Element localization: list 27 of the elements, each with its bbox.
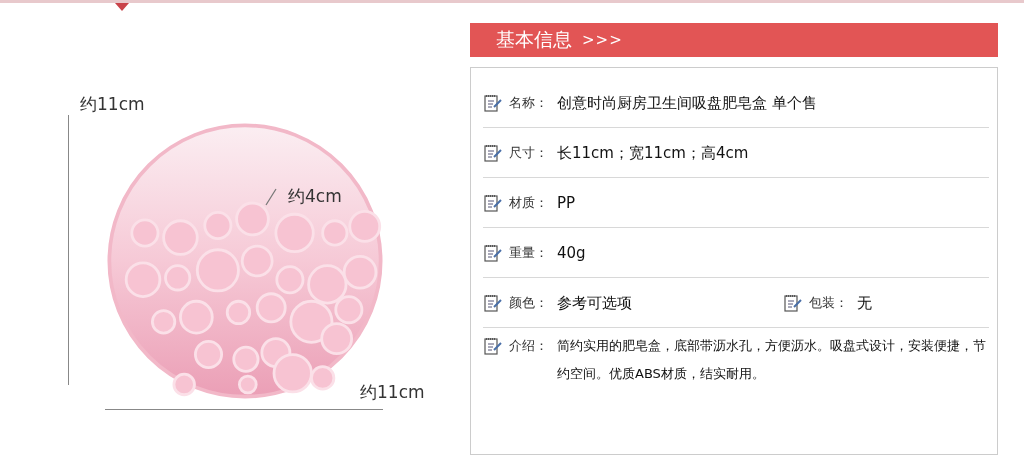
field-label: 包装： xyxy=(809,293,849,312)
field-label: 名称： xyxy=(509,93,549,112)
note-pencil-icon xyxy=(483,192,503,213)
pointer-icon xyxy=(115,3,129,11)
field-value: 创意时尚厨房卫生间吸盘肥皂盒 单个售 xyxy=(557,92,817,113)
note-pencil-icon xyxy=(483,292,503,313)
note-pencil-icon xyxy=(483,92,503,113)
field-value: 40g xyxy=(557,242,586,263)
note-pencil-icon xyxy=(483,142,503,163)
note-pencil-icon xyxy=(483,336,503,356)
field-value: 参考可选项 xyxy=(557,292,632,313)
section-arrows: >>> xyxy=(582,31,623,49)
field-value: PP xyxy=(557,192,576,213)
field-value: 无 xyxy=(857,292,872,313)
note-pencil-icon xyxy=(483,242,503,263)
height-label: 约11cm xyxy=(80,93,145,116)
field-label: 尺寸： xyxy=(509,143,549,162)
section-title: 基本信息 xyxy=(496,27,572,52)
field-label: 介绍： xyxy=(509,337,549,355)
width-label: 约11cm xyxy=(360,381,425,404)
field-value: 简约实用的肥皂盒，底部带沥水孔，方便沥水。吸盘式设计，安装便捷，节约空间。优质ABS材质，结实耐用。 xyxy=(557,337,987,383)
depth-label: 约4cm xyxy=(288,185,342,208)
note-pencil-icon xyxy=(783,292,803,313)
field-label: 重量： xyxy=(509,243,549,262)
field-value: 长11cm；宽11cm；高4cm xyxy=(557,142,749,163)
field-label: 颜色： xyxy=(509,293,549,312)
field-label: 材质： xyxy=(509,193,549,212)
